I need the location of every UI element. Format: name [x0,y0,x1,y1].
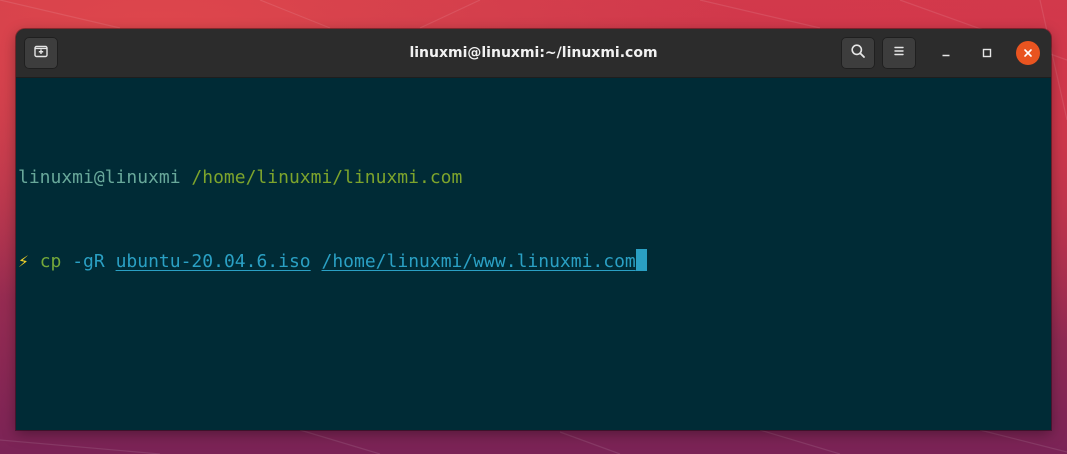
terminal-output[interactable]: linuxmi@linuxmi /home/linuxmi/linuxmi.co… [16,78,1051,430]
prompt-line: linuxmi@linuxmi /home/linuxmi/linuxmi.co… [18,164,1051,192]
maximize-icon [981,44,993,63]
command-source-arg: ubuntu-20.04.6.iso [115,251,311,272]
terminal-window: linuxmi@linuxmi:~/linuxmi.com linuxmi@li… [16,29,1051,430]
minimize-button[interactable] [934,41,958,65]
command-flags: -gR [72,251,105,272]
search-button[interactable] [841,37,875,69]
prompt-user-host: linuxmi@linuxmi [18,167,181,188]
hamburger-menu-icon [891,43,907,63]
search-icon [850,43,866,63]
maximize-button[interactable] [975,41,999,65]
command-program: cp [39,251,62,272]
command-destination-arg: /home/linuxmi/www.linuxmi.com [321,251,636,272]
lightning-bolt-icon: ⚡ [18,251,29,272]
prompt-cwd: /home/linuxmi/linuxmi.com [191,167,463,188]
menu-button[interactable] [882,37,916,69]
close-icon [1022,44,1034,63]
text-cursor [635,249,647,271]
close-button[interactable] [1016,41,1040,65]
command-line[interactable]: ⚡ cp -gR ubuntu-20.04.6.iso /home/linuxm… [18,248,1051,276]
header-bar: linuxmi@linuxmi:~/linuxmi.com [16,29,1051,78]
minimize-icon [940,44,952,63]
